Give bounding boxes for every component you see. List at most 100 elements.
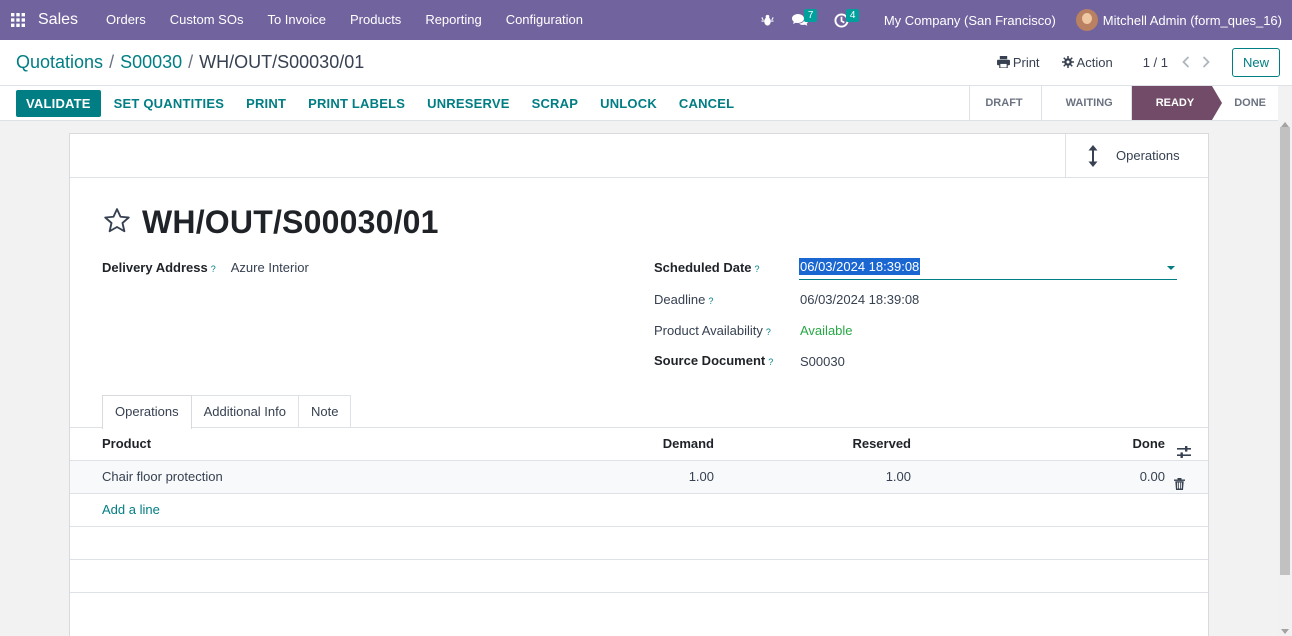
record-title-row: WH/OUT/S00030/01 xyxy=(102,204,439,241)
avatar xyxy=(1075,9,1098,31)
set-quantities-button[interactable]: SET QUANTITIES xyxy=(103,96,235,111)
menu-products[interactable]: Products xyxy=(338,0,413,40)
column-header-reserved[interactable]: Reserved xyxy=(852,428,911,460)
stage-draft[interactable]: DRAFT xyxy=(969,86,1041,120)
row-reserved[interactable]: 1.00 xyxy=(886,461,911,493)
product-availability-value: Available xyxy=(800,323,853,338)
page-scrollbar[interactable] xyxy=(1278,121,1292,636)
help-tooltip-icon[interactable]: ? xyxy=(768,357,773,367)
pager-previous-icon[interactable] xyxy=(1176,56,1196,68)
breadcrumb-current: WH/OUT/S00030/01 xyxy=(199,52,365,72)
apps-menu-icon[interactable] xyxy=(0,13,36,27)
source-document-field: Source Document? xyxy=(654,353,773,368)
breadcrumb-sale-order[interactable]: S00030 xyxy=(120,52,182,72)
top-navbar: Sales Orders Custom SOs To Invoice Produ… xyxy=(0,0,1292,40)
scheduled-date-value[interactable]: 06/03/2024 18:39:08 xyxy=(799,258,921,275)
print-icon xyxy=(996,56,1010,68)
scheduled-date-label: Scheduled Date xyxy=(654,260,752,275)
delivery-address-label: Delivery Address xyxy=(102,260,208,275)
delivery-address-field: Delivery Address? Azure Interior xyxy=(102,260,309,275)
validate-button[interactable]: VALIDATE xyxy=(16,89,101,117)
main-menu: Orders Custom SOs To Invoice Products Re… xyxy=(94,0,595,40)
column-header-demand[interactable]: Demand xyxy=(663,428,714,460)
status-stages: DRAFT WAITING READY DONE xyxy=(969,86,1278,120)
help-tooltip-icon[interactable]: ? xyxy=(211,264,216,274)
row-demand[interactable]: 1.00 xyxy=(689,461,714,493)
unreserve-button[interactable]: UNRESERVE xyxy=(416,96,520,111)
tab-additional-info[interactable]: Additional Info xyxy=(190,395,299,428)
deadline-label: Deadline xyxy=(654,292,706,307)
new-record-button[interactable]: New xyxy=(1231,47,1280,77)
messages-badge: 7 xyxy=(803,9,818,22)
help-tooltip-icon[interactable]: ? xyxy=(708,296,713,306)
scrap-button[interactable]: SCRAP xyxy=(521,96,590,111)
print-menu-button[interactable]: Print xyxy=(996,54,1040,70)
column-header-done[interactable]: Done xyxy=(1133,428,1166,460)
product-availability-label: Product Availability xyxy=(654,323,763,338)
pager-next-icon[interactable] xyxy=(1196,56,1216,68)
breadcrumb-separator: / xyxy=(109,52,115,72)
debug-bug-icon[interactable] xyxy=(754,0,782,40)
navbar-systray: 7 4 My Company (San Francisco) Mitchell … xyxy=(754,0,1292,40)
app-name[interactable]: Sales xyxy=(38,11,78,29)
activities-badge: 4 xyxy=(845,9,860,22)
action-menu-button[interactable]: Action xyxy=(1061,54,1113,70)
help-tooltip-icon[interactable]: ? xyxy=(755,264,760,274)
help-tooltip-icon[interactable]: ? xyxy=(766,327,771,337)
operations-table: Product Demand Reserved Done Chair floor… xyxy=(70,428,1208,593)
form-statusbar: VALIDATE SET QUANTITIES PRINT PRINT LABE… xyxy=(0,86,1278,121)
breadcrumb-quotations[interactable]: Quotations xyxy=(16,52,103,72)
pager-value[interactable]: 1 / 1 xyxy=(1143,55,1168,70)
breadcrumb: Quotations / S00030/WH/OUT/S00030/01 xyxy=(16,52,364,73)
empty-row xyxy=(70,560,1208,593)
operations-smart-label: Operations xyxy=(1116,148,1180,163)
operations-smart-button[interactable]: Operations xyxy=(1065,134,1208,177)
company-switcher[interactable]: My Company (San Francisco) xyxy=(884,13,1056,28)
print-menu-label: Print xyxy=(1012,54,1040,70)
tab-note[interactable]: Note xyxy=(298,395,352,428)
scheduled-date-field: Scheduled Date? xyxy=(654,260,760,275)
messages-icon[interactable]: 7 xyxy=(786,0,818,40)
activities-clock-icon[interactable]: 4 xyxy=(828,0,860,40)
control-panel: Quotations / S00030/WH/OUT/S00030/01 Print… xyxy=(0,40,1292,86)
product-availability-field: Product Availability? xyxy=(654,323,771,338)
user-menu[interactable]: Mitchell Admin (form_ques_16) xyxy=(1075,9,1282,31)
gear-icon xyxy=(1061,56,1074,68)
scroll-down-arrow-icon[interactable] xyxy=(1281,629,1289,634)
delivery-address-value[interactable]: Azure Interior xyxy=(231,260,309,275)
empty-row xyxy=(70,527,1208,560)
row-product[interactable]: Chair floor protection xyxy=(102,461,223,493)
menu-custom-sos[interactable]: Custom SOs xyxy=(158,0,256,40)
deadline-field: Deadline? xyxy=(654,292,713,307)
table-row[interactable]: Chair floor protection 1.00 1.00 0.00 xyxy=(70,461,1208,494)
deadline-value: 06/03/2024 18:39:08 xyxy=(800,292,920,307)
unlock-button[interactable]: UNLOCK xyxy=(589,96,668,111)
form-sheet: Operations WH/OUT/S00030/01 Delivery Add… xyxy=(69,133,1209,636)
control-panel-actions: Print Action 1 / 1 New xyxy=(996,47,1280,77)
form-notebook-tabs: Operations Additional Info Note xyxy=(102,395,352,429)
stage-ready[interactable]: READY xyxy=(1130,86,1222,120)
column-header-product[interactable]: Product xyxy=(102,428,151,460)
caret-down-icon[interactable] xyxy=(1167,266,1175,270)
cancel-button[interactable]: CANCEL xyxy=(668,96,745,111)
stage-waiting[interactable]: WAITING xyxy=(1040,86,1131,120)
menu-configuration[interactable]: Configuration xyxy=(494,0,595,40)
menu-to-invoice[interactable]: To Invoice xyxy=(255,0,338,40)
add-line-link[interactable]: Add a line xyxy=(102,494,160,526)
scheduled-date-input[interactable]: 06/03/2024 18:39:08 xyxy=(799,258,1177,280)
arrows-vertical-icon xyxy=(1088,144,1098,167)
tab-operations[interactable]: Operations xyxy=(102,395,192,429)
scrollbar-thumb[interactable] xyxy=(1280,127,1290,575)
star-favorite-icon[interactable] xyxy=(102,206,132,239)
menu-reporting[interactable]: Reporting xyxy=(413,0,493,40)
smart-buttons-row: Operations xyxy=(70,134,1208,178)
table-header-row: Product Demand Reserved Done xyxy=(70,428,1208,461)
source-document-value[interactable]: S00030 xyxy=(800,354,845,369)
add-line-row: Add a line xyxy=(70,494,1208,527)
menu-orders[interactable]: Orders xyxy=(94,0,158,40)
row-done[interactable]: 0.00 xyxy=(1140,461,1165,493)
action-menu-label: Action xyxy=(1076,54,1113,70)
print-labels-button[interactable]: PRINT LABELS xyxy=(297,96,416,111)
source-document-label: Source Document xyxy=(654,353,766,368)
print-button[interactable]: PRINT xyxy=(235,96,297,111)
